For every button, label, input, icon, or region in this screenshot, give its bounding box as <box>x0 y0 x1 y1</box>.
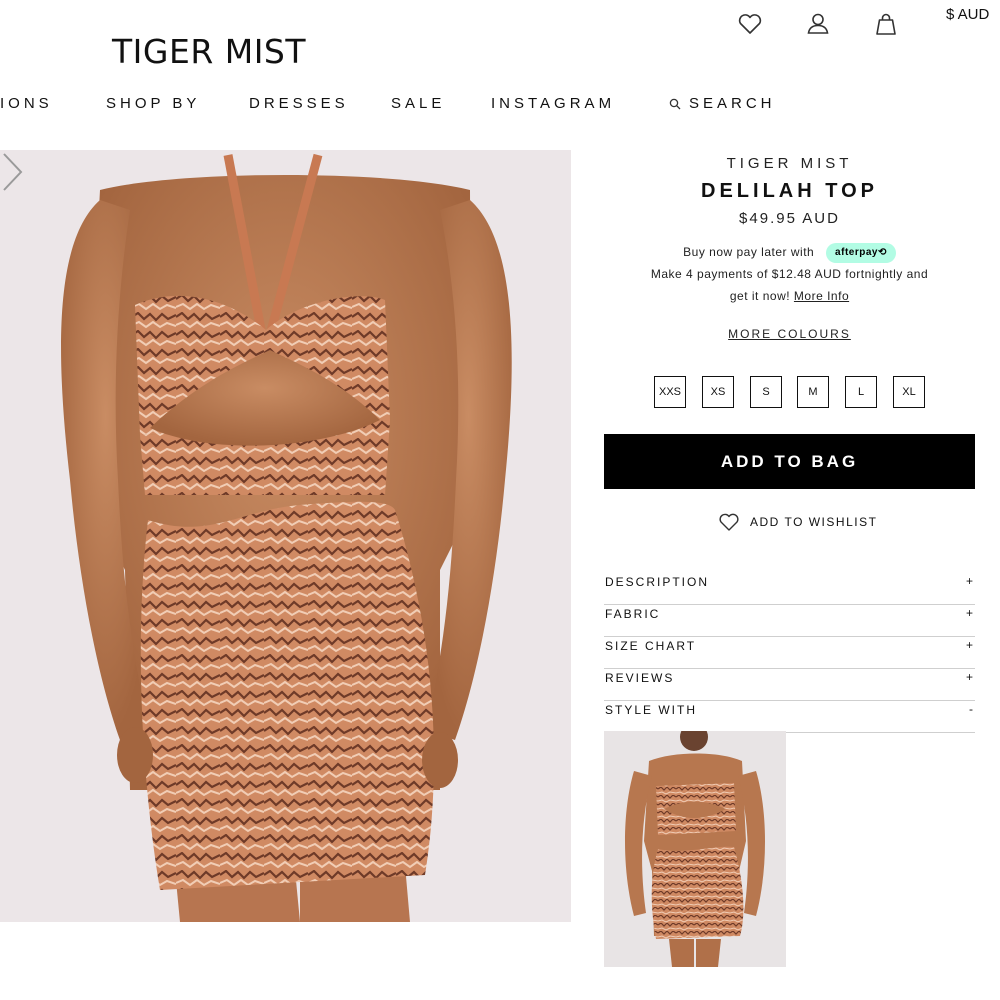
size-option-l[interactable]: L <box>845 376 877 408</box>
product-main-image[interactable] <box>0 150 571 922</box>
afterpay-line-3: get it now! <box>729 289 791 303</box>
currency-selector[interactable]: $ AUD <box>946 6 989 23</box>
heart-icon <box>719 513 739 531</box>
afterpay-logo-badge: afterpay⟲ <box>826 242 896 263</box>
nav-item-dresses[interactable]: DRESSES <box>249 95 349 112</box>
size-option-xs[interactable]: XS <box>702 376 734 408</box>
shopping-bag-icon[interactable] <box>872 10 900 38</box>
brand-logo[interactable]: TIGER MIST <box>112 32 306 71</box>
style-with-thumbnail[interactable] <box>604 731 786 967</box>
more-info-link[interactable]: More Info <box>794 289 849 303</box>
nav-item-collections[interactable]: IONS <box>0 95 53 112</box>
afterpay-info: Buy now pay later with afterpay⟲ Make 4 … <box>604 241 975 307</box>
size-option-s[interactable]: S <box>750 376 782 408</box>
add-to-wishlist-link[interactable]: ADD TO WISHLIST <box>718 512 877 532</box>
search-icon <box>669 98 681 109</box>
accordion-label: REVIEWS <box>605 671 675 685</box>
expand-plus-icon: + <box>965 606 973 620</box>
expand-plus-icon: + <box>965 574 973 588</box>
product-brand: TIGER MIST <box>726 155 853 172</box>
accordion-style-with[interactable]: STYLE WITH - <box>604 701 975 733</box>
accordion-label: FABRIC <box>605 607 661 621</box>
accordion-description[interactable]: DESCRIPTION + <box>604 573 975 605</box>
product-price: $49.95 AUD <box>739 210 840 227</box>
accordion-reviews[interactable]: REVIEWS + <box>604 669 975 701</box>
accordion-label: DESCRIPTION <box>605 575 710 589</box>
size-option-xl[interactable]: XL <box>893 376 925 408</box>
product-title: DELILAH TOP <box>701 180 878 202</box>
add-to-bag-button[interactable]: ADD TO BAG <box>604 434 975 489</box>
nav-item-shop-by[interactable]: SHOP BY <box>106 95 200 112</box>
more-colours-link[interactable]: MORE COLOURS <box>604 327 975 341</box>
product-details-panel: TIGER MIST DELILAH TOP $49.95 AUD Buy no… <box>604 150 975 733</box>
search-label: SEARCH <box>689 95 776 112</box>
size-option-xxs[interactable]: XXS <box>654 376 686 408</box>
size-selector: XXS XS S M L XL <box>654 376 926 409</box>
main-nav: IONS SHOP BY DRESSES SALE INSTAGRAM SEAR… <box>0 95 1000 115</box>
accordion-label: STYLE WITH <box>605 703 698 717</box>
accordion-size-chart[interactable]: SIZE CHART + <box>604 637 975 669</box>
next-image-arrow-icon[interactable] <box>0 150 26 194</box>
afterpay-line-1: Buy now pay later with <box>683 245 815 259</box>
nav-item-sale[interactable]: SALE <box>391 95 445 112</box>
collapse-minus-icon: - <box>969 702 973 716</box>
wishlist-heart-icon[interactable] <box>736 10 764 38</box>
accordion-label: SIZE CHART <box>605 639 697 653</box>
nav-search[interactable]: SEARCH <box>669 95 776 112</box>
expand-plus-icon: + <box>965 638 973 652</box>
product-info-accordion: DESCRIPTION + FABRIC + SIZE CHART + REVI… <box>604 573 975 733</box>
expand-plus-icon: + <box>965 670 973 684</box>
nav-item-instagram[interactable]: INSTAGRAM <box>491 95 615 112</box>
size-option-m[interactable]: M <box>797 376 829 408</box>
accordion-fabric[interactable]: FABRIC + <box>604 605 975 637</box>
account-user-icon[interactable] <box>804 10 832 38</box>
wishlist-label: ADD TO WISHLIST <box>750 515 878 529</box>
afterpay-line-2: Make 4 payments of $12.48 AUD fortnightl… <box>650 267 929 281</box>
